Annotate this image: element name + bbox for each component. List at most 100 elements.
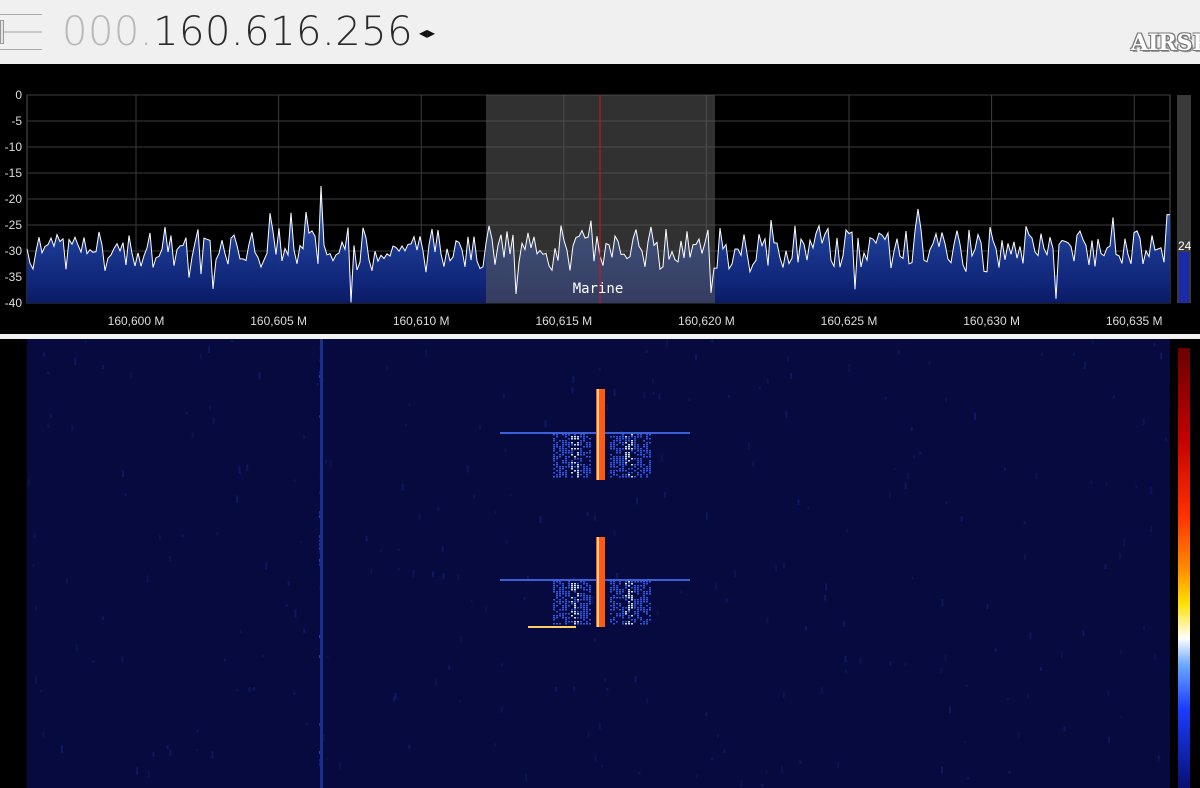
burst-sideband-pixel [610,621,612,623]
burst-sideband-pixel [640,617,642,619]
burst-sideband-pixel [610,444,612,446]
noise-speckle [848,364,851,373]
burst-sideband-pixel [583,468,585,470]
burst-sideband-pixel [625,585,627,587]
burst-sideband-pixel [643,456,645,458]
spectrum-analyzer[interactable]: Marine 0 -5 -10 -15 -20 -25 -30 -35 -40 160,600 … [0,64,1200,334]
burst-sideband-pixel [559,581,561,583]
burst-sideband-pixel [562,607,564,609]
burst-sideband-pixel [574,458,576,460]
burst-sideband-pixel [649,456,651,458]
noise-speckle [544,420,547,428]
burst-sideband-pixel [574,617,576,619]
burst-sideband-pixel [574,466,576,468]
burst-sideband-pixel [646,601,648,603]
y-axis-labels: 0 -5 -10 -15 -20 -25 -30 -35 -40 [5,88,23,310]
burst-sideband-pixel [562,474,564,476]
burst-sideband-pixel [634,607,636,609]
burst-sideband-pixel [568,452,570,454]
burst-sideband-pixel [553,456,555,458]
burst-sideband-pixel [589,591,591,593]
noise-speckle [775,564,778,573]
color-scale-bar [1178,348,1190,788]
burst-sideband-pixel [586,613,588,615]
burst-sideband-pixel [631,605,633,607]
burst-sync-line [500,432,690,434]
burst-sideband-pixel [637,589,639,591]
noise-speckle [33,532,36,538]
burst-sideband-pixel [580,440,582,442]
burst-sideband-pixel [610,599,612,601]
noise-speckle [338,762,341,770]
noise-speckle [1153,343,1156,347]
noise-speckle [643,392,646,399]
slider-thumb[interactable] [0,20,4,44]
burst-sideband-pixel [553,609,555,611]
frequency-digits[interactable]: 160.616.256 [153,9,413,55]
noise-speckle [613,388,616,397]
noise-speckle [60,745,63,753]
burst-sideband-pixel [589,468,591,470]
noise-speckle [293,692,296,696]
noise-speckle [752,461,755,467]
noise-speckle [911,576,914,580]
burst-sideband-pixel [613,472,615,474]
burst-sideband-pixel [613,583,615,585]
burst-sideband-pixel [559,609,561,611]
burst-sideband-pixel [583,599,585,601]
burst-sideband-pixel [619,583,621,585]
spectrum-plot[interactable]: Marine 0 -5 -10 -15 -20 -25 -30 -35 -40 160,600 … [0,64,1200,334]
burst-sideband-pixel [619,593,621,595]
burst-sideband-pixel [631,468,633,470]
burst-sideband-pixel [631,442,633,444]
burst-sideband-pixel [562,462,564,464]
burst-sideband-pixel [610,619,612,621]
burst-sideband-pixel [565,434,567,436]
burst-sideband-pixel [580,623,582,625]
tuning-slider[interactable] [0,14,42,50]
noise-speckle [646,699,649,704]
burst-sideband-pixel [562,585,564,587]
burst-sideband-pixel [646,613,648,615]
burst-sideband-pixel [562,605,564,607]
noise-speckle [1023,553,1026,560]
noise-speckle [248,687,251,693]
noise-speckle [941,766,943,774]
burst-sideband-pixel [646,442,648,444]
burst-sideband-pixel [577,438,579,440]
noise-speckle [1108,736,1110,743]
burst-sideband-pixel [625,438,627,440]
frequency-display[interactable]: 000.160.616.256 [62,8,413,56]
burst-sideband-pixel [562,444,564,446]
burst-sideband-pixel [562,460,564,462]
burst-sideband-pixel [580,474,582,476]
burst-sideband-pixel [619,438,621,440]
noise-speckle [42,352,45,357]
burst-sideband-pixel [625,436,627,438]
frequency-leading-digits[interactable]: 000. [62,9,153,55]
noise-speckle [32,563,35,568]
burst-sideband-pixel [589,589,591,591]
waterfall-display[interactable] [0,339,1200,788]
burst-sideband-pixel [628,591,630,593]
burst-sideband-pixel [571,460,573,462]
burst-sideband-pixel [565,450,567,452]
waterfall-plot[interactable] [0,339,1200,788]
burst-sideband-pixel [589,460,591,462]
burst-sideband-pixel [562,589,564,591]
burst-sideband-pixel [634,440,636,442]
step-arrows-icon[interactable]: ◂▸ [419,23,449,45]
burst-sideband-pixel [613,581,615,583]
burst-sideband-pixel [622,623,624,625]
burst-sideband-pixel [571,472,573,474]
noise-speckle [502,394,505,398]
burst-sideband-pixel [631,595,633,597]
noise-speckle [904,662,907,667]
burst-sideband-pixel [619,591,621,593]
noise-speckle [824,594,827,601]
noise-speckle [761,783,764,787]
noise-speckle [124,493,127,497]
burst-sideband-pixel [649,581,651,583]
burst-sideband-pixel [646,448,648,450]
burst-sideband-pixel [622,615,624,617]
